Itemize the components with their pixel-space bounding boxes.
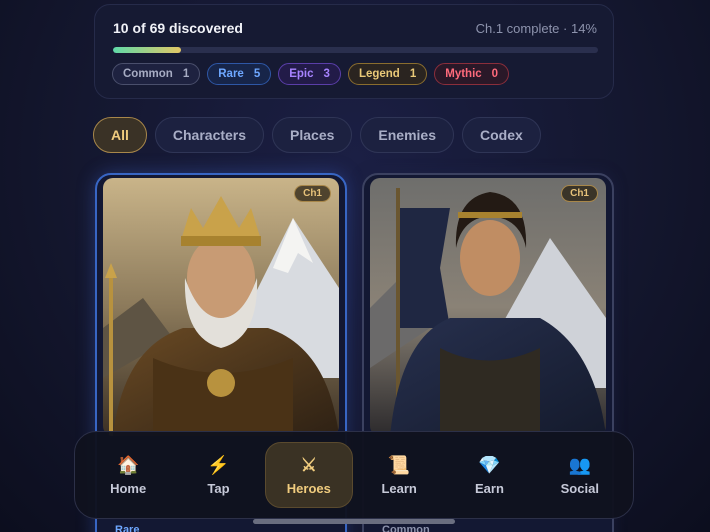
progress-bar bbox=[113, 47, 598, 53]
nav-label: Tap bbox=[207, 480, 230, 496]
home-indicator bbox=[253, 519, 455, 524]
tab-all[interactable]: All bbox=[93, 117, 147, 153]
chip-common[interactable]: Common 1 bbox=[112, 63, 201, 85]
category-tabs: All Characters Places Enemies Codex bbox=[93, 117, 541, 153]
tab-enemies[interactable]: Enemies bbox=[360, 117, 455, 153]
hero-portrait-image bbox=[103, 178, 339, 436]
chip-epic[interactable]: Epic 3 bbox=[278, 63, 341, 85]
nav-learn[interactable]: 📜 Learn bbox=[355, 442, 443, 508]
chip-label: Common bbox=[123, 68, 173, 80]
nav-label: Social bbox=[560, 480, 599, 496]
nav-heroes[interactable]: ⚔ Heroes bbox=[264, 442, 353, 508]
nav-label: Heroes bbox=[286, 480, 331, 496]
gem-icon: 💎 bbox=[478, 454, 501, 475]
chip-count: 3 bbox=[323, 68, 330, 80]
progress-bar-fill bbox=[113, 47, 181, 53]
chip-label: Rare bbox=[218, 68, 244, 80]
bottom-nav: 🏠 Home ⚡ Tap ⚔ Heroes 📜 Learn 💎 Earn 👥 S… bbox=[74, 431, 634, 519]
chapter-badge: Ch1 bbox=[561, 185, 598, 202]
home-icon: 🏠 bbox=[116, 454, 140, 475]
tab-codex[interactable]: Codex bbox=[462, 117, 541, 153]
nav-label: Earn bbox=[475, 480, 504, 496]
rarity-label: Rare bbox=[115, 524, 140, 532]
chip-count: 1 bbox=[409, 68, 417, 80]
progress-title: 10 of 69 discovered bbox=[113, 20, 243, 36]
chip-label: Epic bbox=[289, 68, 314, 80]
chip-count: 1 bbox=[182, 68, 190, 80]
nav-tap[interactable]: ⚡ Tap bbox=[174, 442, 262, 508]
tab-characters[interactable]: Characters bbox=[154, 117, 265, 153]
discovery-progress-card: 10 of 69 discovered Ch.1 complete · 14% … bbox=[94, 4, 614, 99]
hero-portrait-image bbox=[370, 178, 606, 436]
tab-places[interactable]: Places bbox=[272, 117, 353, 153]
chapter-badge: Ch1 bbox=[294, 185, 331, 202]
progress-status: Ch.1 complete · 14% bbox=[475, 21, 597, 36]
chip-label: Legend bbox=[358, 68, 400, 80]
nav-home[interactable]: 🏠 Home bbox=[84, 442, 172, 508]
scroll-icon: 📜 bbox=[387, 454, 411, 475]
chip-label: Mythic bbox=[445, 68, 482, 80]
chip-mythic[interactable]: Mythic 0 bbox=[434, 63, 510, 85]
crossed-swords-icon: ⚔ bbox=[300, 454, 317, 475]
chip-rare[interactable]: Rare 5 bbox=[207, 63, 272, 85]
rarity-label: Common bbox=[382, 524, 430, 532]
nav-label: Home bbox=[110, 480, 147, 496]
chip-count: 5 bbox=[253, 68, 261, 80]
nav-earn[interactable]: 💎 Earn bbox=[445, 442, 533, 508]
people-icon: 👥 bbox=[568, 454, 591, 475]
chip-legend[interactable]: Legend 1 bbox=[347, 63, 428, 85]
chip-count: 0 bbox=[491, 68, 499, 80]
rarity-chips: Common 1 Rare 5 Epic 3 Legend 1 Mythic 0 bbox=[112, 63, 510, 85]
nav-label: Learn bbox=[381, 480, 417, 496]
nav-social[interactable]: 👥 Social bbox=[536, 442, 624, 508]
lightning-icon: ⚡ bbox=[207, 454, 230, 475]
